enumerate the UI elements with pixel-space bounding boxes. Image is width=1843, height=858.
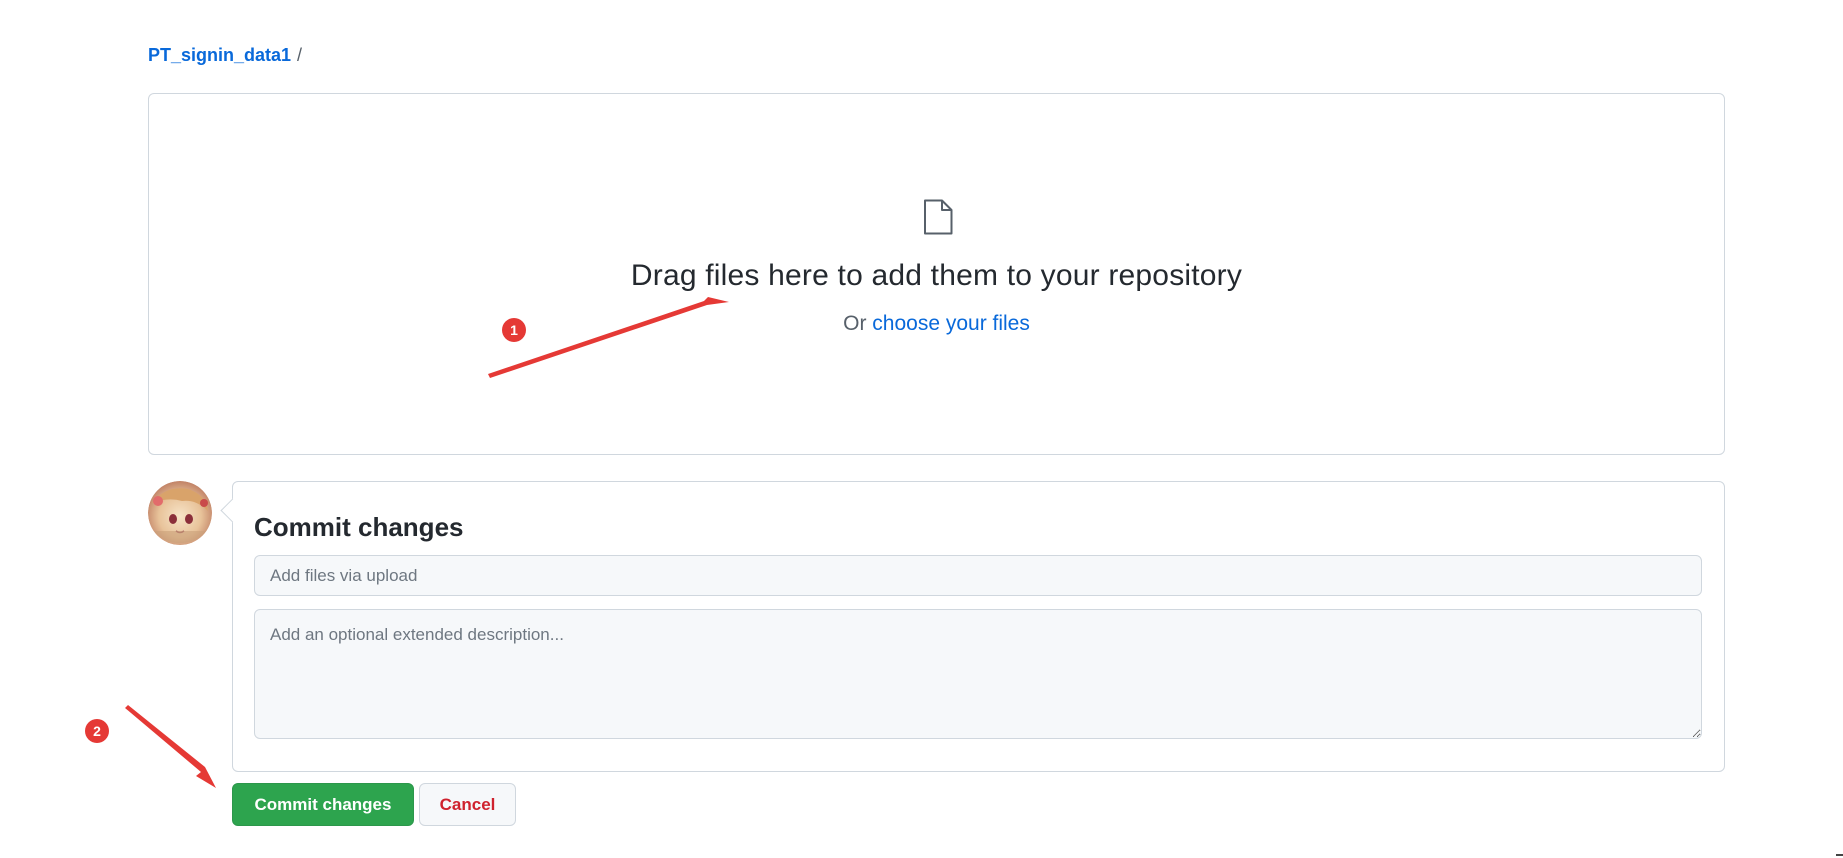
avatar-image: [148, 481, 212, 545]
avatar: [148, 481, 212, 545]
dropzone-sub-prefix: Or: [843, 312, 867, 335]
dropzone-headline: Drag files here to add them to your repo…: [630, 259, 1243, 292]
cancel-button[interactable]: Cancel: [419, 783, 516, 826]
breadcrumb: PT_signin_data1 /: [148, 44, 302, 66]
corner-mark: [1836, 854, 1843, 856]
commit-description-textarea[interactable]: [254, 609, 1702, 739]
commit-changes-button[interactable]: Commit changes: [232, 783, 414, 826]
breadcrumb-repo-link[interactable]: PT_signin_data1: [148, 45, 291, 65]
dropzone-subtext: Or choose your files: [149, 312, 1724, 336]
annotation-arrow-2: [125, 705, 216, 788]
file-icon: [924, 199, 953, 235]
file-dropzone[interactable]: Drag files here to add them to your repo…: [148, 93, 1725, 455]
choose-files-link[interactable]: choose your files: [872, 312, 1030, 335]
commit-title: Commit changes: [254, 512, 464, 542]
upload-page: PT_signin_data1 / Drag files here to add …: [0, 0, 1843, 858]
annotation-badge-1: 1: [502, 318, 526, 342]
breadcrumb-separator: /: [297, 45, 303, 65]
commit-form: Commit changes: [232, 481, 1725, 772]
commit-summary-input[interactable]: [254, 555, 1702, 596]
annotation-badge-2: 2: [85, 719, 109, 743]
